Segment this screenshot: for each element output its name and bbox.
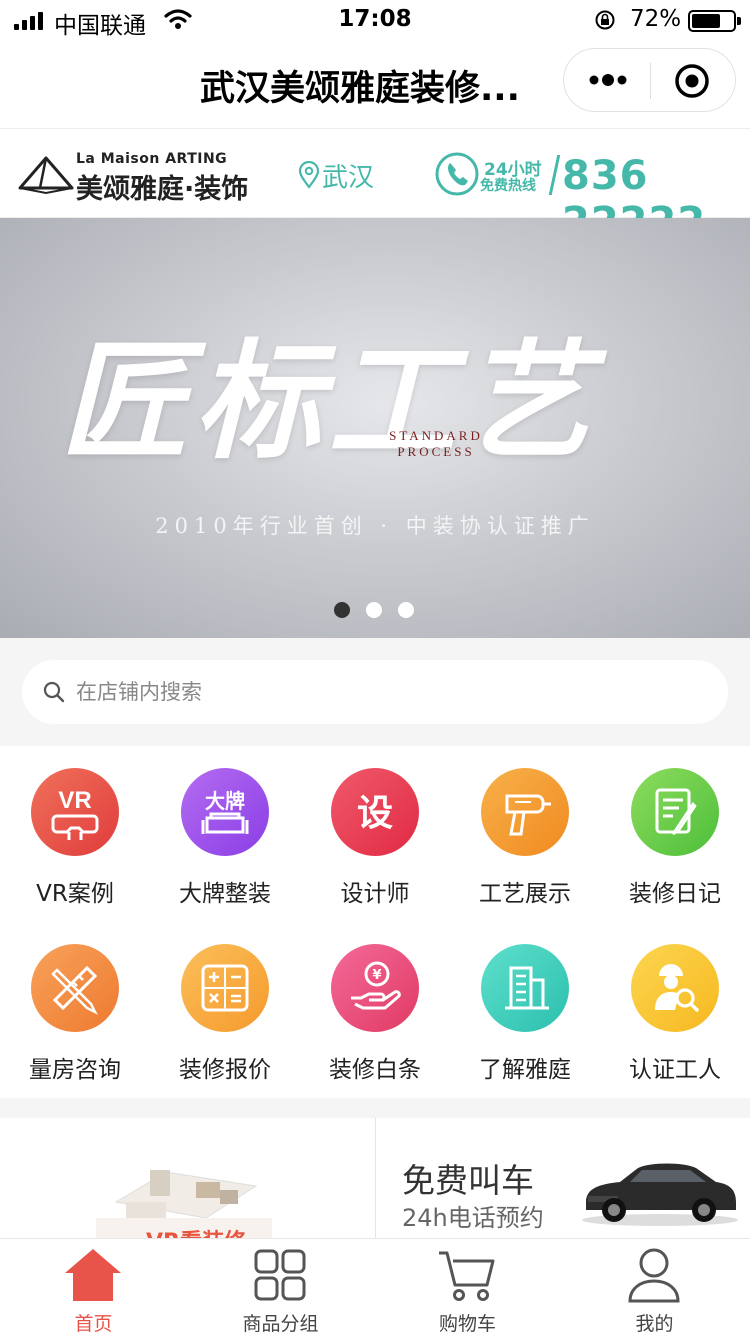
free-ride-subtitle: 24h电话预约 bbox=[402, 1204, 544, 1232]
home-icon bbox=[65, 1249, 121, 1301]
location-pin-icon bbox=[298, 161, 320, 189]
grid-item-about-yating[interactable]: 了解雅庭 bbox=[450, 922, 600, 1098]
svg-text:设: 设 bbox=[357, 793, 393, 834]
grid-item-label: VR案例 bbox=[36, 881, 114, 907]
tab-label: 商品分组 bbox=[242, 1313, 319, 1334]
grid-item-certified-workers[interactable]: 认证工人 bbox=[600, 922, 750, 1098]
grid-item-label: 装修白条 bbox=[329, 1057, 421, 1083]
grid-item-circle bbox=[631, 944, 719, 1032]
mini-program-capsule bbox=[563, 48, 736, 112]
banner-english-line-1: STANDARD bbox=[389, 428, 483, 443]
user-icon bbox=[628, 1248, 680, 1303]
hero-banner[interactable]: 匠标工艺 STANDARD PROCESS 2010年行业首创 · 中装协认证推… bbox=[0, 218, 750, 638]
banner-dot-3[interactable] bbox=[398, 602, 414, 618]
more-options-icon[interactable] bbox=[588, 68, 628, 92]
pyramid-logo-icon bbox=[18, 156, 74, 195]
banner-subtitle: 2010年行业首创 · 中装协认证推广 bbox=[155, 514, 595, 538]
grid-item-label: 量房咨询 bbox=[29, 1057, 121, 1083]
building-icon bbox=[505, 966, 549, 1010]
hotline-separator bbox=[548, 155, 561, 195]
vr-headset-icon: VR bbox=[51, 787, 99, 840]
grid-item-renovation-diary[interactable]: 装修日记 bbox=[600, 746, 750, 922]
vr-promo-card[interactable]: VR看装修 bbox=[0, 1118, 375, 1238]
navigation-bar: 武汉美颂雅庭装修... bbox=[0, 40, 750, 128]
grid-item-designers[interactable]: 设 设计师 bbox=[300, 746, 450, 922]
banner-english-line-2: PROCESS bbox=[397, 444, 475, 459]
tab-home[interactable]: 首页 bbox=[0, 1239, 187, 1334]
grid-item-label: 了解雅庭 bbox=[479, 1057, 571, 1083]
worker-search-icon bbox=[655, 964, 699, 1012]
tab-cart[interactable]: 购物车 bbox=[374, 1239, 561, 1334]
grid-item-circle bbox=[631, 768, 719, 856]
tab-label: 购物车 bbox=[438, 1313, 496, 1334]
grid-item-circle: ¥ bbox=[331, 944, 419, 1032]
svg-text:VR: VR bbox=[58, 787, 91, 814]
grid-item-credit-loan[interactable]: ¥ 装修白条 bbox=[300, 922, 450, 1098]
grid-item-circle bbox=[31, 944, 119, 1032]
hand-coin-icon: ¥ bbox=[351, 961, 401, 1010]
grid-item-label: 装修日记 bbox=[629, 881, 721, 907]
grid-icon bbox=[254, 1249, 306, 1301]
svg-text:大牌: 大牌 bbox=[205, 789, 245, 813]
tab-me[interactable]: 我的 bbox=[561, 1239, 748, 1334]
grid-item-circle: VR bbox=[31, 768, 119, 856]
grid-item-label: 认证工人 bbox=[629, 1057, 721, 1083]
banner-english-caption: STANDARD PROCESS bbox=[380, 428, 492, 460]
promo-section: VR看装修 免费叫车 24h电话预约 bbox=[0, 1118, 750, 1238]
sofa-icon: 大牌 bbox=[201, 789, 249, 834]
brand-chinese-name: 美颂雅庭·装饰 bbox=[76, 174, 249, 205]
capsule-divider bbox=[650, 63, 651, 99]
hotline-free-label: 免费热线 bbox=[480, 178, 536, 194]
grid-item-label: 工艺展示 bbox=[479, 881, 571, 907]
category-grid: VR VR案例 大牌 大牌整装 设 设计师 工艺展示 装修日记 量房咨询 装修报… bbox=[0, 746, 750, 1098]
grid-item-craft-showcase[interactable]: 工艺展示 bbox=[450, 746, 600, 922]
svg-text:¥: ¥ bbox=[372, 968, 381, 983]
grid-item-label: 装修报价 bbox=[179, 1057, 271, 1083]
tab-product-groups[interactable]: 商品分组 bbox=[187, 1239, 374, 1334]
grid-item-label: 设计师 bbox=[340, 881, 410, 907]
banner-dot-1[interactable] bbox=[334, 602, 350, 618]
calculator-icon bbox=[201, 964, 249, 1012]
battery-icon bbox=[688, 10, 741, 32]
search-placeholder: 在店铺内搜索 bbox=[76, 680, 202, 704]
status-bar: 中国联通 17:08 72% bbox=[0, 0, 750, 40]
brand-header: La Maison ARTING 美颂雅庭·装饰 武汉 24小时 免费热线 83… bbox=[0, 128, 750, 245]
banner-dot-2[interactable] bbox=[366, 602, 382, 618]
grid-item-circle bbox=[181, 944, 269, 1032]
grid-item-quotation[interactable]: 装修报价 bbox=[150, 922, 300, 1098]
cart-icon bbox=[439, 1251, 495, 1301]
search-input[interactable]: 在店铺内搜索 bbox=[22, 660, 728, 724]
tab-label: 首页 bbox=[74, 1313, 113, 1334]
grid-item-circle: 大牌 bbox=[181, 768, 269, 856]
brand-english-name: La Maison ARTING bbox=[76, 151, 228, 167]
promo-divider bbox=[375, 1118, 376, 1238]
vr-promo-label: VR看装修 bbox=[146, 1224, 246, 1238]
search-icon bbox=[43, 681, 65, 703]
grid-item-circle bbox=[481, 944, 569, 1032]
notebook-pen-icon bbox=[655, 788, 697, 836]
bottom-tab-bar: 首页 商品分组 购物车 我的 bbox=[0, 1238, 750, 1334]
banner-pagination bbox=[334, 602, 424, 618]
grid-item-measure-consult[interactable]: 量房咨询 bbox=[0, 922, 150, 1098]
battery-percent: 72% bbox=[630, 6, 682, 32]
grid-item-circle bbox=[481, 768, 569, 856]
rotation-lock-icon bbox=[595, 10, 615, 30]
page-title: 武汉美颂雅庭装修... bbox=[200, 69, 520, 109]
grid-item-brand-packages[interactable]: 大牌 大牌整装 bbox=[150, 746, 300, 922]
design-character-icon: 设 bbox=[357, 793, 393, 834]
grid-item-label: 大牌整装 bbox=[179, 881, 271, 907]
car-illustration bbox=[582, 1163, 738, 1226]
search-section: 在店铺内搜索 bbox=[0, 638, 750, 746]
free-ride-title[interactable]: 免费叫车 bbox=[402, 1154, 534, 1202]
ruler-pencil-icon bbox=[51, 965, 98, 1015]
tab-label: 我的 bbox=[635, 1313, 674, 1334]
phone-icon bbox=[435, 152, 479, 196]
grid-item-circle: 设 bbox=[331, 768, 419, 856]
grid-item-vr-cases[interactable]: VR VR案例 bbox=[0, 746, 150, 922]
close-mini-program-icon[interactable] bbox=[674, 63, 710, 99]
brand-location[interactable]: 武汉 bbox=[322, 157, 374, 194]
drill-icon bbox=[505, 794, 551, 836]
